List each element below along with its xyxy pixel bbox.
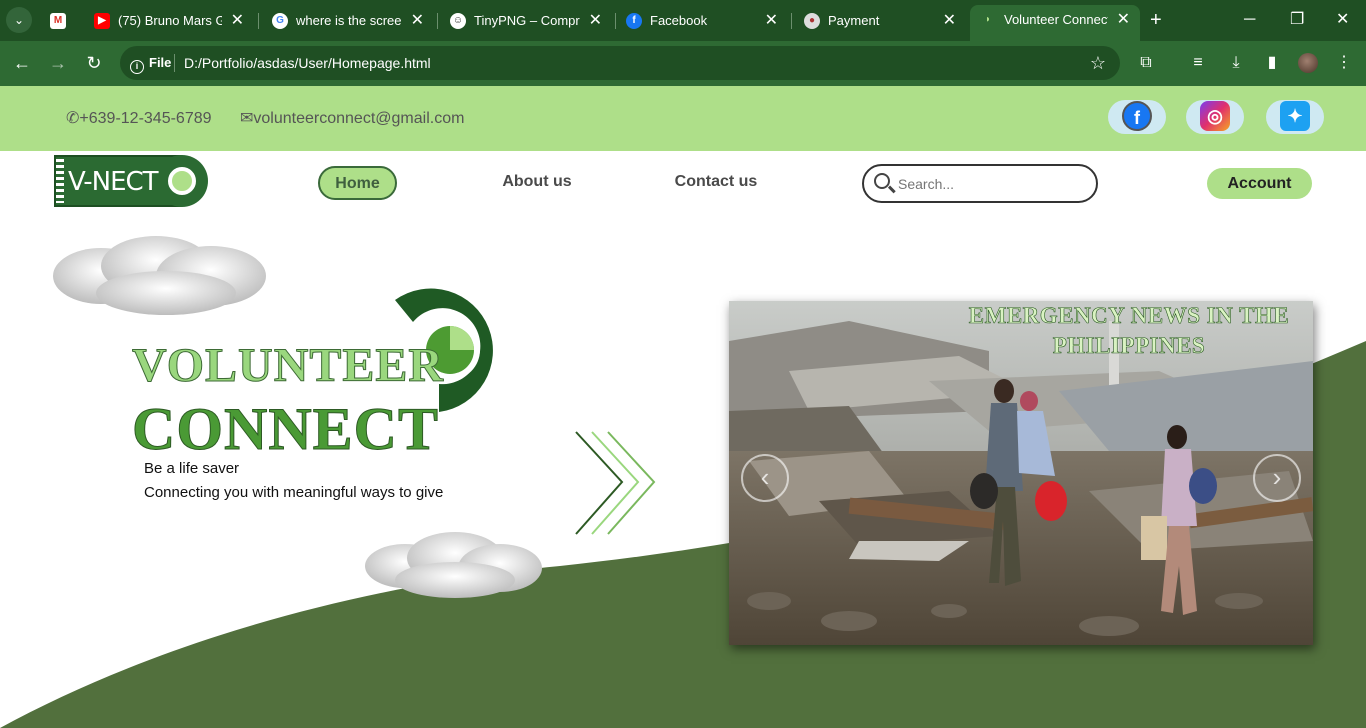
hero-tagline: Be a life saver <box>144 460 240 477</box>
tinypng-icon: ☺ <box>450 13 466 29</box>
tab-search-button[interactable]: ⌄ <box>6 7 32 33</box>
youtube-icon: ▶ <box>94 13 110 29</box>
search-icon <box>874 173 890 189</box>
email-contact[interactable]: ✉volunteerconnect@gmail.com <box>240 108 464 130</box>
instagram-icon: ◎ <box>1200 101 1230 131</box>
twitter-icon: ✦ <box>1280 101 1310 131</box>
close-tab-icon[interactable]: ✕ <box>231 7 244 35</box>
browser-toolbar: ← → ↻ i File D:/Portfolio/asdas/User/Home… <box>0 41 1366 86</box>
news-headline: EMERGENCY NEWS IN THE PHILIPPINES <box>968 303 1290 359</box>
forward-button[interactable]: → <box>46 51 70 75</box>
mail-icon: ✉ <box>240 110 254 127</box>
tab-gmail[interactable]: M <box>40 7 80 35</box>
tab-google[interactable]: G where is the screens ✕ <box>262 7 434 35</box>
media-control-icon[interactable]: ≡ <box>1186 51 1210 75</box>
reload-button[interactable]: ↻ <box>82 51 106 75</box>
tab-volunteer-connect[interactable]: ◗ Volunteer Connect ✕ <box>970 5 1140 41</box>
download-icon[interactable]: ⤓ <box>1224 51 1248 75</box>
vconnect-icon: ◗ <box>984 14 992 25</box>
news-carousel: EMERGENCY NEWS IN THE PHILIPPINES ‹ › <box>729 301 1313 645</box>
back-button[interactable]: ← <box>10 51 34 75</box>
browser-menu-icon[interactable]: ⋮ <box>1332 51 1356 75</box>
tab-facebook[interactable]: f Facebook ✕ <box>616 7 788 35</box>
extensions-icon[interactable]: ⧉ <box>1134 51 1158 75</box>
hero-subtagline: Connecting you with meaningful ways to g… <box>144 484 444 501</box>
browser-tab-strip: ⌄ M ▶ (75) Bruno Mars Gre ✕ G where is t… <box>0 0 1366 41</box>
address-bar[interactable]: i File D:/Portfolio/asdas/User/Homepage.h… <box>120 46 1120 80</box>
site-logo[interactable]: V-NECT <box>54 155 208 207</box>
close-tab-icon[interactable]: ✕ <box>411 7 424 35</box>
close-tab-icon[interactable]: ✕ <box>589 7 602 35</box>
phone-icon: ✆ <box>66 110 80 127</box>
bookmark-star-icon[interactable]: ☆ <box>1090 46 1106 80</box>
url-text[interactable]: D:/Portfolio/asdas/User/Homepage.html <box>184 46 431 80</box>
search-box <box>862 164 1098 203</box>
minimize-button[interactable]: ─ <box>1244 6 1255 34</box>
tab-payment[interactable]: ● Payment ✕ <box>794 7 966 35</box>
new-tab-button[interactable]: + <box>1150 8 1162 32</box>
info-icon: i <box>130 60 144 74</box>
hero-title-line1: VOLUNTEER <box>131 339 445 392</box>
nav-about-us[interactable]: About us <box>492 166 582 200</box>
tab-tinypng[interactable]: ☺ TinyPNG – Compres ✕ <box>440 7 612 35</box>
hero-title-line2: CONNECT <box>131 396 440 462</box>
account-button[interactable]: Account <box>1207 168 1312 199</box>
gmail-icon: M <box>50 13 66 29</box>
profile-avatar[interactable] <box>1298 53 1318 73</box>
instagram-link[interactable]: ◎ <box>1186 92 1244 140</box>
carousel-next-button[interactable]: › <box>1253 454 1301 502</box>
close-tab-icon[interactable]: ✕ <box>765 7 778 35</box>
site-info-chip[interactable]: i File <box>130 53 171 74</box>
close-tab-icon[interactable]: ✕ <box>943 7 956 35</box>
page-viewport: ✆+639-12-345-6789 ✉volunteerconnect@gmai… <box>0 86 1366 728</box>
facebook-icon: f <box>626 13 642 29</box>
facebook-icon: f <box>1122 101 1152 131</box>
facebook-link[interactable]: f <box>1108 92 1166 140</box>
restore-button[interactable]: ❐ <box>1290 6 1304 34</box>
cloud-decoration <box>365 532 542 598</box>
tab-youtube[interactable]: ▶ (75) Bruno Mars Gre ✕ <box>84 7 254 35</box>
carousel-prev-button[interactable]: ‹ <box>741 454 789 502</box>
search-input[interactable] <box>898 172 1088 196</box>
phone-contact: ✆+639-12-345-6789 <box>66 110 212 127</box>
twitter-link[interactable]: ✦ <box>1266 92 1324 140</box>
chevron-right-icon <box>575 431 656 535</box>
google-icon: G <box>272 13 288 29</box>
side-panel-icon[interactable]: ▮ <box>1260 51 1284 75</box>
nav-home[interactable]: Home <box>318 166 397 200</box>
cloud-decoration <box>53 236 266 315</box>
contact-strip: ✆+639-12-345-6789 ✉volunteerconnect@gmai… <box>0 86 1366 151</box>
close-tab-icon[interactable]: ✕ <box>1117 5 1130 35</box>
payment-icon: ● <box>804 13 820 29</box>
nav-contact-us[interactable]: Contact us <box>664 166 768 200</box>
close-window-button[interactable]: ✕ <box>1336 6 1349 34</box>
